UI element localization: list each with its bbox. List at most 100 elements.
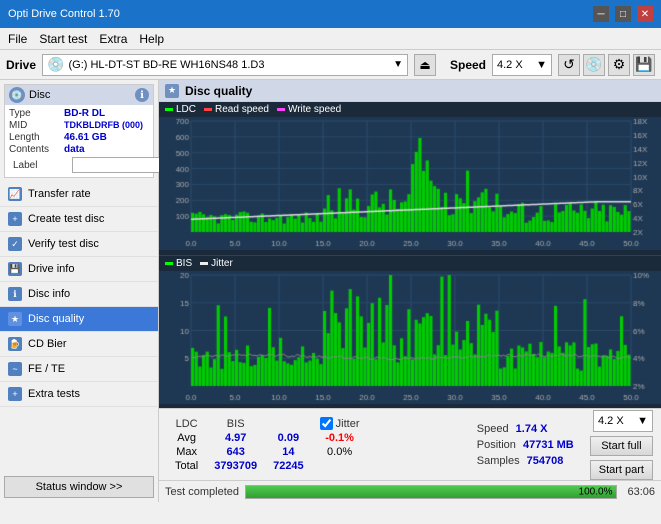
- stats-total-ldc: 3793709: [206, 459, 265, 473]
- sidebar-item-disc-quality[interactable]: ★ Disc quality: [0, 307, 158, 332]
- sidebar-item-disc-info[interactable]: ℹ Disc info: [0, 282, 158, 307]
- drive-info-icon: 💾: [8, 262, 22, 276]
- content-area: ★ Disc quality LDC Read speed: [159, 80, 661, 502]
- nav-label-create-test-disc: Create test disc: [28, 213, 104, 225]
- titlebar: Opti Drive Control 1.70 ─ □ ✕: [0, 0, 661, 28]
- menu-extra[interactable]: Extra: [99, 32, 127, 46]
- nav-label-drive-info: Drive info: [28, 263, 74, 275]
- sidebar-item-create-test-disc[interactable]: + Create test disc: [0, 207, 158, 232]
- quality-title: Disc quality: [185, 84, 252, 98]
- quality-header: ★ Disc quality: [159, 80, 661, 102]
- disc-contents-row: Contents data: [9, 144, 149, 155]
- sidebar-item-transfer-rate[interactable]: 📈 Transfer rate: [0, 182, 158, 207]
- nav-label-cd-bier: CD Bier: [28, 338, 67, 350]
- jitter-checkbox-container: Jitter: [320, 417, 360, 430]
- stats-max-jitter: 0.0%: [312, 445, 368, 459]
- speed-info-value: 1.74 X: [516, 423, 548, 435]
- sidebar-item-verify-test-disc[interactable]: ✓ Verify test disc: [0, 232, 158, 257]
- menu-file[interactable]: File: [8, 32, 27, 46]
- disc-mid-key: MID: [9, 120, 64, 131]
- disc-length-key: Length: [9, 132, 64, 143]
- write-speed-legend: Write speed: [277, 104, 341, 115]
- disc-length-val: 46.61 GB: [64, 132, 149, 143]
- start-part-button[interactable]: Start part: [590, 460, 653, 480]
- menubar: File Start test Extra Help: [0, 28, 661, 50]
- disc-mid-val: TDKBLDRFB (000): [64, 120, 149, 131]
- speed-info-label: Speed: [477, 423, 509, 435]
- fe-te-icon: ~: [8, 362, 22, 376]
- sidebar-item-extra-tests[interactable]: + Extra tests: [0, 382, 158, 407]
- jitter-checkbox-label: Jitter: [336, 418, 360, 430]
- read-speed-label: Read speed: [215, 104, 269, 115]
- disc-mid-row: MID TDKBLDRFB (000): [9, 120, 149, 131]
- read-speed-legend: Read speed: [204, 104, 269, 115]
- save-icon[interactable]: 💾: [633, 54, 655, 76]
- bis-legend: BIS: [165, 258, 192, 269]
- disc-contents-val: data: [64, 144, 149, 155]
- maximize-button[interactable]: □: [615, 6, 631, 22]
- stats-header-ldc: LDC: [167, 416, 206, 431]
- sidebar-item-cd-bier[interactable]: 🍺 CD Bier: [0, 332, 158, 357]
- speed-select-drive[interactable]: 4.2 X ▼: [492, 54, 552, 76]
- main-area: 💿 Disc ℹ Type BD-R DL MID TDKBLDRFB (000…: [0, 80, 661, 502]
- write-speed-color: [277, 108, 285, 111]
- samples-info-row: Samples 754708: [477, 455, 574, 467]
- close-button[interactable]: ✕: [637, 6, 653, 22]
- stats-max-bis: 14: [265, 445, 312, 459]
- disc-header-label: Disc: [29, 89, 50, 101]
- disc-quality-icon: ★: [8, 312, 22, 326]
- refresh-icon[interactable]: ↺: [558, 54, 580, 76]
- disc-panel-icon: 💿: [9, 87, 25, 103]
- bis-color: [165, 262, 173, 265]
- disc-type-key: Type: [9, 108, 64, 119]
- stats-header-bis: BIS: [206, 416, 265, 431]
- samples-label: Samples: [477, 455, 520, 467]
- progress-percent-text: 100.0%: [579, 486, 613, 497]
- stats-header-empty: [265, 416, 312, 431]
- bottom-chart-container: [159, 271, 661, 409]
- disc-info-icon[interactable]: ℹ: [135, 88, 149, 102]
- create-test-disc-icon: +: [8, 212, 22, 226]
- nav-label-disc-quality: Disc quality: [28, 313, 84, 325]
- drivebar: Drive 💿 (G:) HL-DT-ST BD-RE WH16NS48 1.D…: [0, 50, 661, 80]
- progress-time: 63:06: [627, 486, 655, 498]
- ldc-label: LDC: [176, 104, 196, 115]
- disc-info-nav-icon: ℹ: [8, 287, 22, 301]
- nav-label-extra-tests: Extra tests: [28, 388, 80, 400]
- disc-contents-key: Contents: [9, 144, 64, 155]
- status-window-button[interactable]: Status window >>: [4, 476, 154, 498]
- nav-label-verify-test-disc: Verify test disc: [28, 238, 99, 250]
- speed-value: 4.2 X: [497, 59, 523, 71]
- speed-position-info: Speed 1.74 X Position 47731 MB Samples 7…: [477, 423, 574, 467]
- verify-test-disc-icon: ✓: [8, 237, 22, 251]
- ldc-color: [165, 108, 173, 111]
- minimize-button[interactable]: ─: [593, 6, 609, 22]
- settings-icon[interactable]: ⚙: [608, 54, 630, 76]
- speed-label: Speed: [450, 58, 486, 72]
- app-title: Opti Drive Control 1.70: [8, 8, 120, 20]
- read-speed-color: [204, 108, 212, 111]
- speed-select-right-val: 4.2 X: [598, 415, 624, 427]
- start-buttons: Start full Start part: [590, 436, 653, 480]
- progress-track: 100.0%: [245, 485, 617, 499]
- cd-bier-icon: 🍺: [8, 337, 22, 351]
- stats-bar: LDC BIS Jitter Avg 4.97 0.09: [159, 408, 661, 480]
- progress-fill: [246, 486, 616, 498]
- menu-start-test[interactable]: Start test: [39, 32, 87, 46]
- position-label: Position: [477, 439, 516, 451]
- drive-select[interactable]: 💿 (G:) HL-DT-ST BD-RE WH16NS48 1.D3 ▼: [42, 54, 408, 76]
- stats-jitter-check-cell: Jitter: [312, 416, 368, 431]
- eject-button[interactable]: ⏏: [414, 54, 436, 76]
- menu-help[interactable]: Help: [139, 32, 164, 46]
- stats-total-bis: 72245: [265, 459, 312, 473]
- jitter-legend-label: Jitter: [211, 258, 233, 269]
- start-full-button[interactable]: Start full: [590, 436, 653, 456]
- stats-avg-jitter: -0.1%: [312, 431, 368, 445]
- disc-icon[interactable]: 💿: [583, 54, 605, 76]
- stats-avg-bis: 0.09: [265, 431, 312, 445]
- sidebar-item-fe-te[interactable]: ~ FE / TE: [0, 357, 158, 382]
- speed-select-right[interactable]: 4.2 X ▼: [593, 410, 653, 432]
- jitter-checkbox[interactable]: [320, 417, 333, 430]
- status-text: Test completed: [165, 486, 239, 498]
- sidebar-item-drive-info[interactable]: 💾 Drive info: [0, 257, 158, 282]
